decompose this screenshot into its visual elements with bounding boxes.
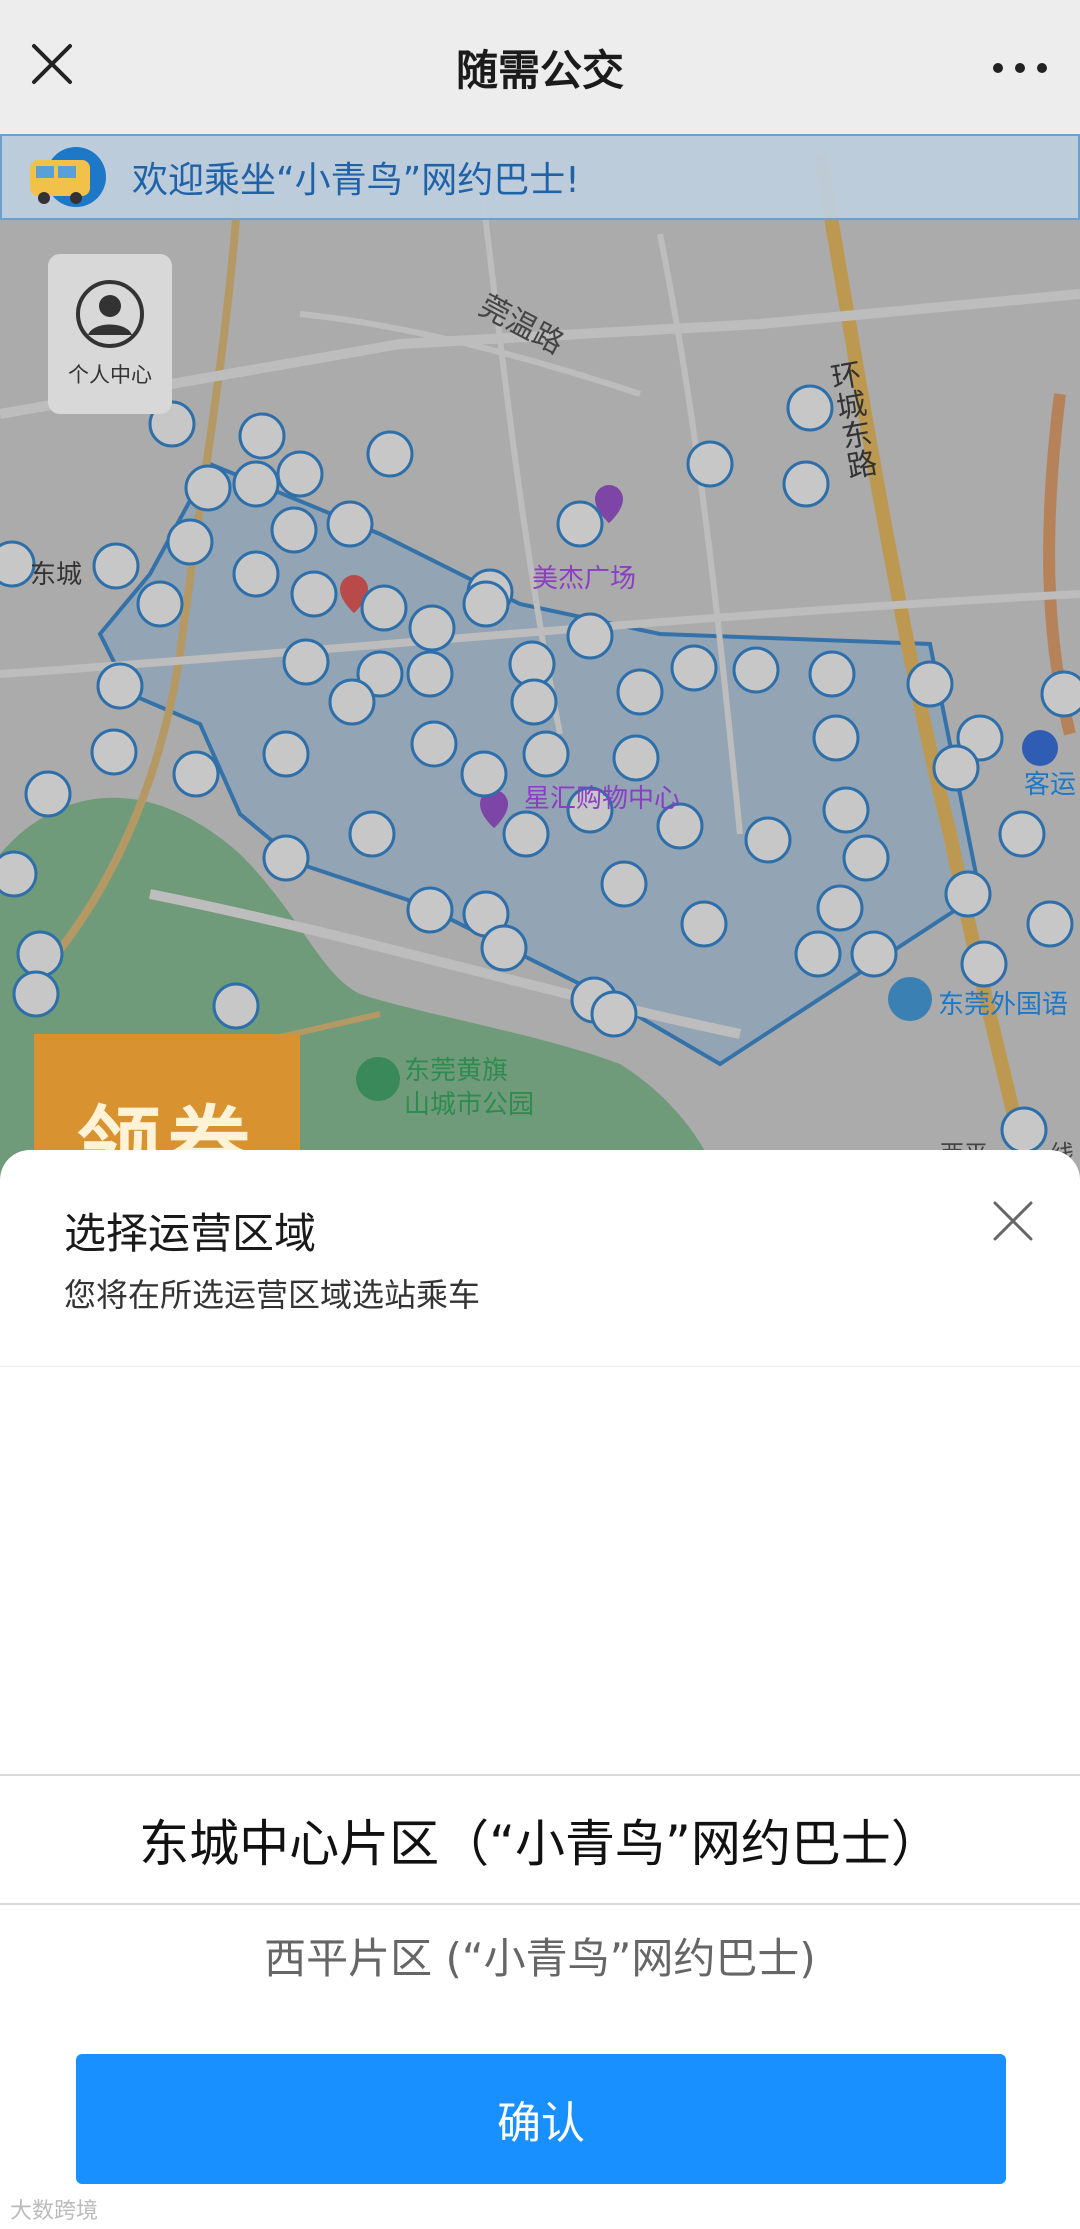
map-view[interactable]: 莞温路 环城东路 美杰广场 星汇购物中心 东城 东莞外国语 东莞黄旗 山城市公园…	[0, 134, 1080, 1184]
picker-option-selected[interactable]: 东城中心片区（“小青鸟”网约巴士）	[0, 1777, 1080, 1903]
map-label-keyun: 客运	[1024, 770, 1077, 800]
map-label-dongcheng: 东城	[30, 560, 83, 590]
more-icon[interactable]	[990, 48, 1050, 88]
banner-text: 欢迎乘坐“小青鸟”网约巴士!	[132, 160, 580, 201]
close-icon[interactable]	[30, 42, 74, 86]
welcome-banner[interactable]: 欢迎乘坐“小青鸟”网约巴士!	[0, 134, 1080, 220]
map-label-huangqi-park: 东莞黄旗	[404, 1056, 509, 1086]
map-label-meijie-plaza: 美杰广场	[532, 564, 637, 594]
map-label-huangqi-park-2: 山城市公园	[404, 1090, 535, 1120]
title-bar: 随需公交	[0, 0, 1080, 134]
picker-selection-top-line	[0, 1774, 1080, 1776]
sheet-title: 选择运营区域	[64, 1209, 317, 1258]
map-label-xinghui-mall: 星汇购物中心	[524, 784, 681, 814]
region-picker[interactable]: 东城中心片区（“小青鸟”网约巴士） 西平片区 (“小青鸟”网约巴士)	[0, 1367, 1080, 1983]
map-label-foreign-school: 东莞外国语	[938, 990, 1069, 1020]
bus-icon	[30, 147, 106, 207]
sheet-subtitle: 您将在所选运营区域选站乘车	[64, 1276, 481, 1314]
page-title: 随需公交	[455, 45, 624, 95]
user-icon	[76, 280, 144, 348]
region-picker-sheet: 选择运营区域 您将在所选运营区域选站乘车 东城中心片区（“小青鸟”网约巴士） 西…	[0, 1150, 1080, 2229]
close-icon[interactable]	[992, 1200, 1034, 1242]
user-center-button[interactable]: 个人中心	[48, 254, 172, 414]
picker-option[interactable]: 西平片区 (“小青鸟”网约巴士)	[0, 1905, 1080, 2005]
user-center-label: 个人中心	[68, 363, 152, 387]
confirm-button[interactable]: 确认	[76, 2054, 1006, 2184]
watermark: 大数跨境	[10, 2199, 99, 2224]
